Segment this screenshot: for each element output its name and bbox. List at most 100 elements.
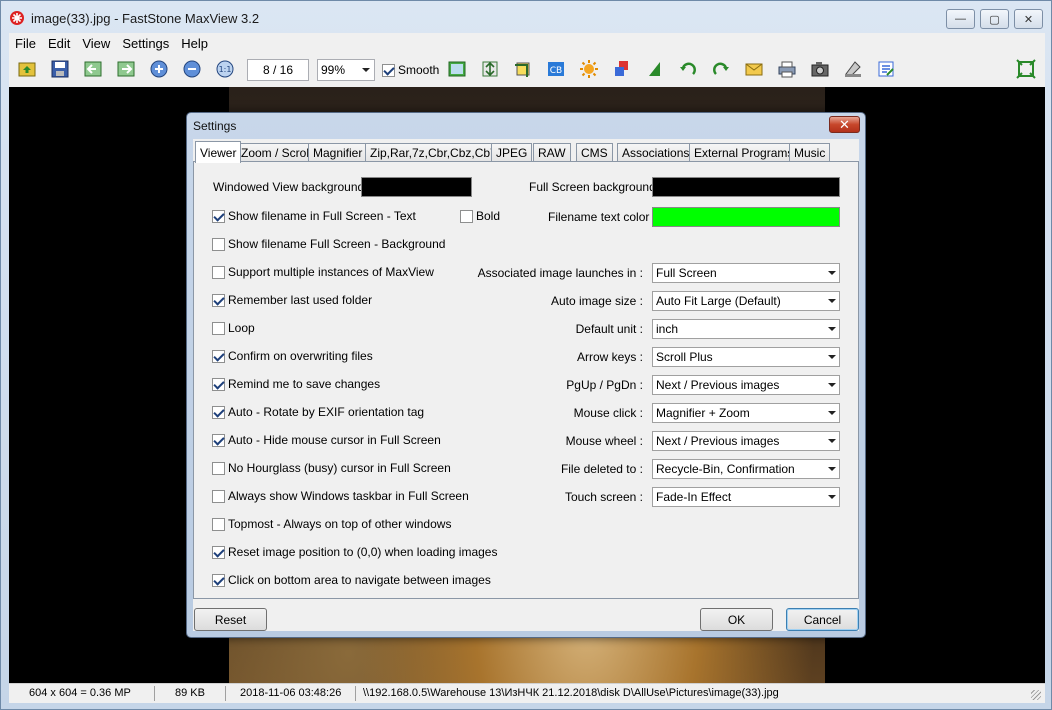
windowed-bg-swatch[interactable] <box>361 177 472 197</box>
next-image-icon[interactable] <box>116 59 136 79</box>
cancel-button[interactable]: Cancel <box>786 608 859 631</box>
select-pgup-pgdn[interactable]: Next / Previous images <box>652 375 840 395</box>
zoom-in-icon[interactable] <box>149 59 169 79</box>
crop-icon[interactable] <box>513 59 533 79</box>
checkbox-hide-cursor[interactable]: Auto - Hide mouse cursor in Full Screen <box>212 433 441 447</box>
checkbox-auto-rotate[interactable]: Auto - Rotate by EXIF orientation tag <box>212 405 424 419</box>
checkbox-show-filename-background[interactable]: Show filename Full Screen - Background <box>212 237 445 251</box>
save-icon[interactable] <box>50 59 70 79</box>
checkbox-loop[interactable]: Loop <box>212 321 255 335</box>
rotate-left-icon[interactable] <box>678 59 698 79</box>
capture-icon[interactable] <box>810 59 830 79</box>
page-counter[interactable]: 8 / 16 <box>247 59 309 81</box>
smooth-checkbox[interactable]: Smooth <box>382 63 439 77</box>
toolbar: 1:1 8 / 16 99% Smooth CB <box>9 53 1045 87</box>
select-auto-size[interactable]: Auto Fit Large (Default) <box>652 291 840 311</box>
tab-associations[interactable]: Associations <box>617 143 695 162</box>
svg-text:CB: CB <box>550 66 562 76</box>
open-icon[interactable] <box>17 59 37 79</box>
reset-button[interactable]: Reset <box>194 608 267 631</box>
checkbox-remind-save[interactable]: Remind me to save changes <box>212 377 380 391</box>
checkbox-label: Show filename in Full Screen - Text <box>228 209 416 223</box>
scan-icon[interactable] <box>843 59 863 79</box>
checkbox-topmost[interactable]: Topmost - Always on top of other windows <box>212 517 451 531</box>
prev-image-icon[interactable] <box>83 59 103 79</box>
settings-icon[interactable] <box>876 59 896 79</box>
rotate-right-icon[interactable] <box>711 59 731 79</box>
zoom-select[interactable]: 99% <box>317 59 375 81</box>
check-box <box>212 209 225 223</box>
checkbox-reset-position[interactable]: Reset image position to (0,0) when loadi… <box>212 545 497 559</box>
email-icon[interactable] <box>744 59 764 79</box>
tab-magnifier[interactable]: Magnifier <box>308 143 368 162</box>
ok-button[interactable]: OK <box>700 608 773 631</box>
checkbox-label: Reset image position to (0,0) when loadi… <box>228 545 498 559</box>
select-arrow-keys[interactable]: Scroll Plus <box>652 347 840 367</box>
checkbox-remember-folder[interactable]: Remember last used folder <box>212 293 372 307</box>
tab-music[interactable]: Music <box>789 143 831 162</box>
actual-size-icon[interactable]: 1:1 <box>215 59 235 79</box>
select-value: Fade-In Effect <box>656 490 732 504</box>
effects-icon[interactable] <box>612 59 632 79</box>
zoom-out-icon[interactable] <box>182 59 202 79</box>
color-icon[interactable]: CB <box>546 59 566 79</box>
fullscreen-icon[interactable] <box>1016 59 1036 79</box>
app-logo-icon <box>10 11 24 25</box>
select-value: Full Screen <box>656 266 717 280</box>
tab-cms[interactable]: CMS <box>576 143 613 162</box>
checkbox-show-filename-text[interactable]: Show filename in Full Screen - Text <box>212 209 416 223</box>
checkbox-confirm-overwrite[interactable]: Confirm on overwriting files <box>212 349 373 363</box>
chevron-down-icon <box>828 383 836 387</box>
tab-viewer[interactable]: Viewer <box>195 141 242 163</box>
checkbox-no-hourglass[interactable]: No Hourglass (busy) cursor in Full Scree… <box>212 461 451 475</box>
window-title: image(33).jpg - FastStone MaxView 3.2 <box>31 11 260 26</box>
print-icon[interactable] <box>777 59 797 79</box>
menu-edit[interactable]: Edit <box>42 36 76 51</box>
bold-checkbox[interactable]: Bold <box>460 209 500 223</box>
checkbox-multiple-instances[interactable]: Support multiple instances of MaxView <box>212 265 434 279</box>
chevron-down-icon <box>828 299 836 303</box>
slideshow-icon[interactable] <box>447 59 467 79</box>
tab-archives[interactable]: Zip,Rar,7z,Cbr,Cbz,Cb7 <box>365 143 502 162</box>
status-date: 2018-11-06 03:48:26 <box>240 687 342 699</box>
check-box <box>212 489 225 503</box>
title-bar[interactable]: image(33).jpg - FastStone MaxView 3.2 — … <box>1 1 1051 33</box>
select-touch-screen[interactable]: Fade-In Effect <box>652 487 840 507</box>
fullscreen-bg-swatch[interactable] <box>652 177 840 197</box>
checkbox-bottom-navigate[interactable]: Click on bottom area to navigate between… <box>212 573 491 587</box>
menu-view[interactable]: View <box>76 36 116 51</box>
filename-color-swatch[interactable] <box>652 207 840 227</box>
tab-external-programs[interactable]: External Programs <box>689 143 799 162</box>
select-value: Auto Fit Large (Default) <box>656 294 781 308</box>
checkbox-label: Confirm on overwriting files <box>228 349 373 363</box>
brightness-icon[interactable] <box>579 59 599 79</box>
select-file-deleted[interactable]: Recycle-Bin, Confirmation <box>652 459 840 479</box>
chevron-down-icon <box>828 439 836 443</box>
resize-grip-icon[interactable] <box>1031 690 1041 700</box>
minimize-button[interactable]: — <box>946 9 975 29</box>
chevron-down-icon <box>362 68 370 72</box>
resize-icon[interactable] <box>480 59 500 79</box>
checkbox-label: No Hourglass (busy) cursor in Full Scree… <box>228 461 451 475</box>
tab-zoom-scroll[interactable]: Zoom / Scroll <box>236 143 317 162</box>
tab-raw[interactable]: RAW <box>533 143 571 162</box>
smooth-check-box <box>382 63 395 77</box>
checkbox-label: Auto - Hide mouse cursor in Full Screen <box>228 433 441 447</box>
option-label-mouse-click: Mouse click : <box>573 406 643 420</box>
dialog-close-button[interactable]: ✕ <box>829 116 860 133</box>
zoom-value: 99% <box>321 63 346 77</box>
select-launch-mode[interactable]: Full Screen <box>652 263 840 283</box>
checkbox-show-taskbar[interactable]: Always show Windows taskbar in Full Scre… <box>212 489 469 503</box>
select-mouse-wheel[interactable]: Next / Previous images <box>652 431 840 451</box>
sharpen-icon[interactable] <box>645 59 665 79</box>
close-button[interactable]: ✕ <box>1014 9 1043 29</box>
check-box <box>212 405 225 419</box>
select-mouse-click[interactable]: Magnifier + Zoom <box>652 403 840 423</box>
menu-file[interactable]: File <box>9 36 42 51</box>
tab-jpeg[interactable]: JPEG <box>491 143 533 162</box>
select-default-unit[interactable]: inch <box>652 319 840 339</box>
maximize-button[interactable]: ▢ <box>980 9 1009 29</box>
option-label-auto-size: Auto image size : <box>550 294 643 308</box>
menu-help[interactable]: Help <box>175 36 214 51</box>
menu-settings[interactable]: Settings <box>116 36 175 51</box>
